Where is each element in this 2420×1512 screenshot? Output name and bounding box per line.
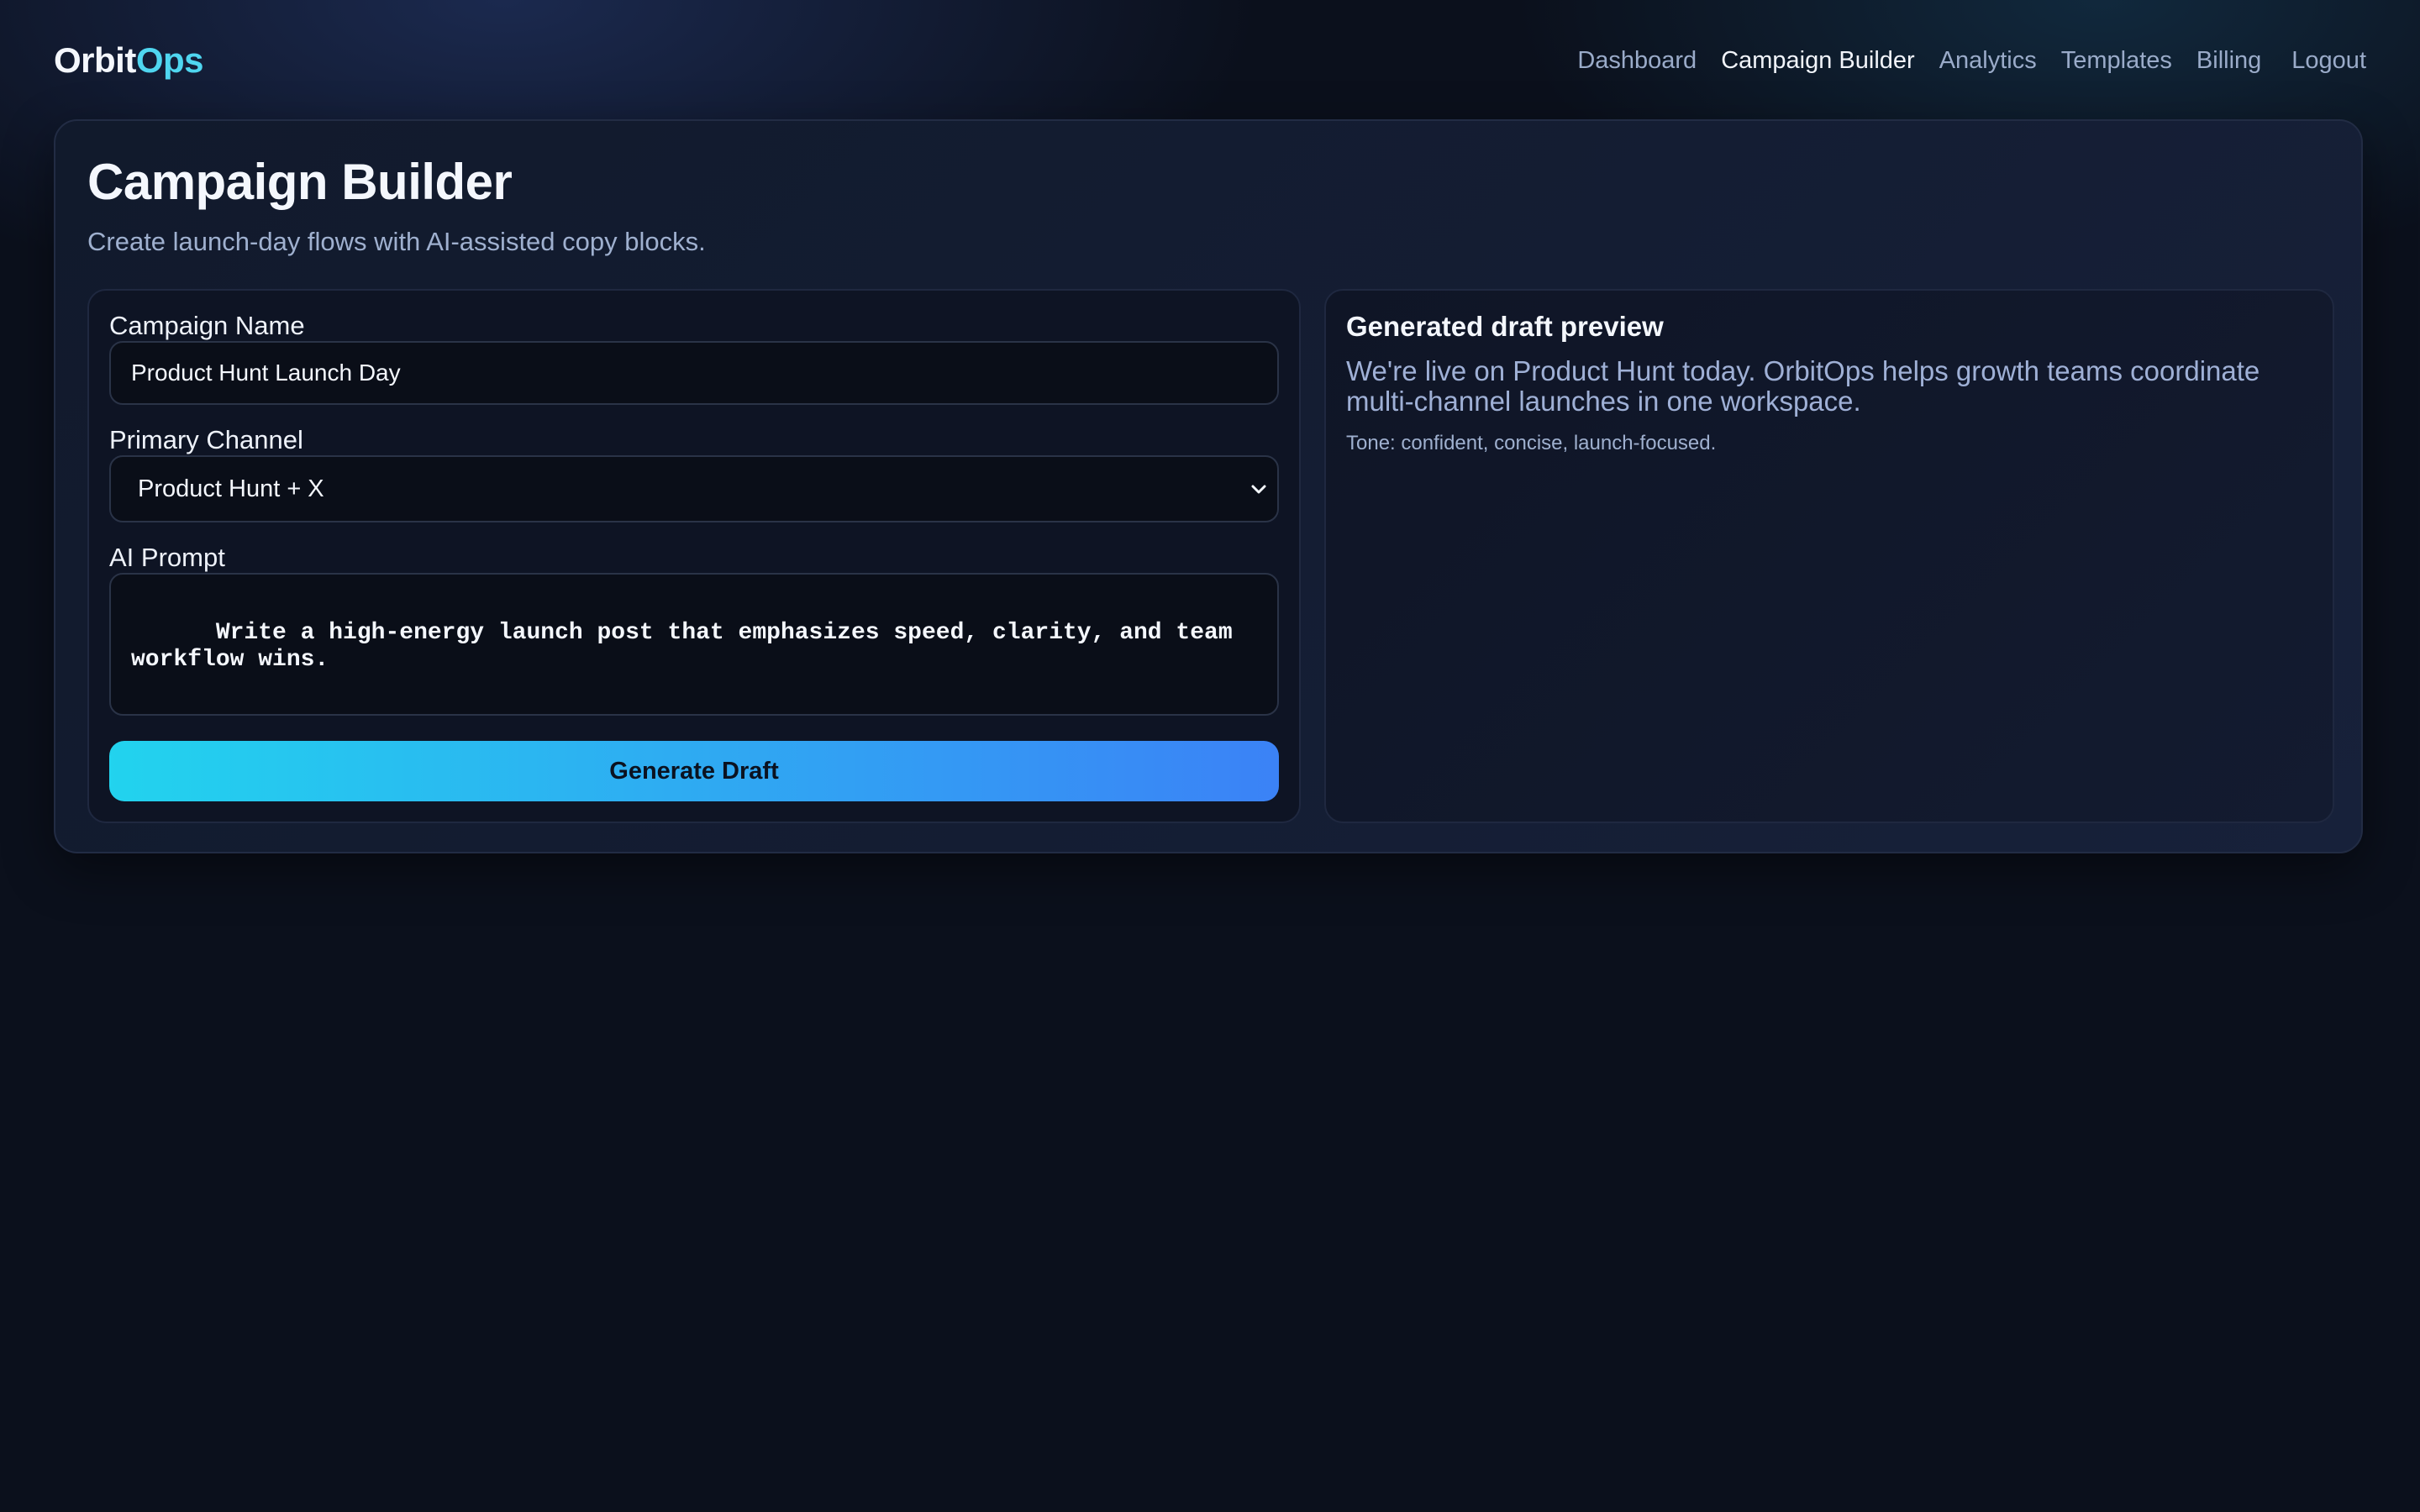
logout-link[interactable]: Logout bbox=[2291, 47, 2366, 75]
generate-draft-button[interactable]: Generate Draft bbox=[109, 741, 1279, 801]
campaign-builder-panel: Campaign Builder Create launch-day flows… bbox=[54, 119, 2363, 853]
ai-prompt-label: AI Prompt bbox=[109, 543, 225, 572]
nav-item-templates[interactable]: Templates bbox=[2061, 47, 2172, 75]
preview-body: We're live on Product Hunt today. OrbitO… bbox=[1346, 355, 2260, 417]
page-title: Campaign Builder bbox=[87, 154, 513, 210]
nav-item-billing[interactable]: Billing bbox=[2196, 47, 2261, 75]
draft-preview-card: Generated draft preview We're live on Pr… bbox=[1324, 289, 2334, 823]
top-navbar: OrbitOps Dashboard Campaign Builder Anal… bbox=[54, 34, 2366, 87]
preview-tone: Tone: confident, concise, launch-focused… bbox=[1346, 432, 1717, 454]
primary-channel-select[interactable]: Product Hunt + X bbox=[109, 455, 1279, 522]
nav-item-campaign-builder[interactable]: Campaign Builder bbox=[1721, 47, 1915, 75]
preview-title: Generated draft preview bbox=[1346, 311, 1664, 342]
brand-name-accent: Ops bbox=[135, 40, 204, 80]
brand-name-primary: Orbit bbox=[54, 40, 136, 80]
main-nav: Dashboard Campaign Builder Analytics Tem… bbox=[1553, 47, 2366, 75]
brand-logo[interactable]: OrbitOps bbox=[54, 40, 204, 81]
primary-channel-value: Product Hunt + X bbox=[138, 475, 324, 502]
nav-item-analytics[interactable]: Analytics bbox=[1939, 47, 2037, 75]
resize-handle-icon[interactable] bbox=[1260, 697, 1274, 711]
ai-prompt-text: Write a high-energy launch post that emp… bbox=[131, 620, 1233, 673]
chevron-down-icon bbox=[1247, 477, 1270, 501]
ai-prompt-textarea[interactable]: Write a high-energy launch post that emp… bbox=[109, 573, 1279, 716]
campaign-name-label: Campaign Name bbox=[109, 311, 305, 340]
campaign-form: Campaign Name Primary Channel Product Hu… bbox=[87, 289, 1301, 823]
campaign-name-input[interactable] bbox=[109, 341, 1279, 405]
nav-item-dashboard[interactable]: Dashboard bbox=[1577, 47, 1697, 75]
page-subtitle: Create launch-day flows with AI-assisted… bbox=[87, 227, 706, 256]
primary-channel-label: Primary Channel bbox=[109, 425, 303, 454]
